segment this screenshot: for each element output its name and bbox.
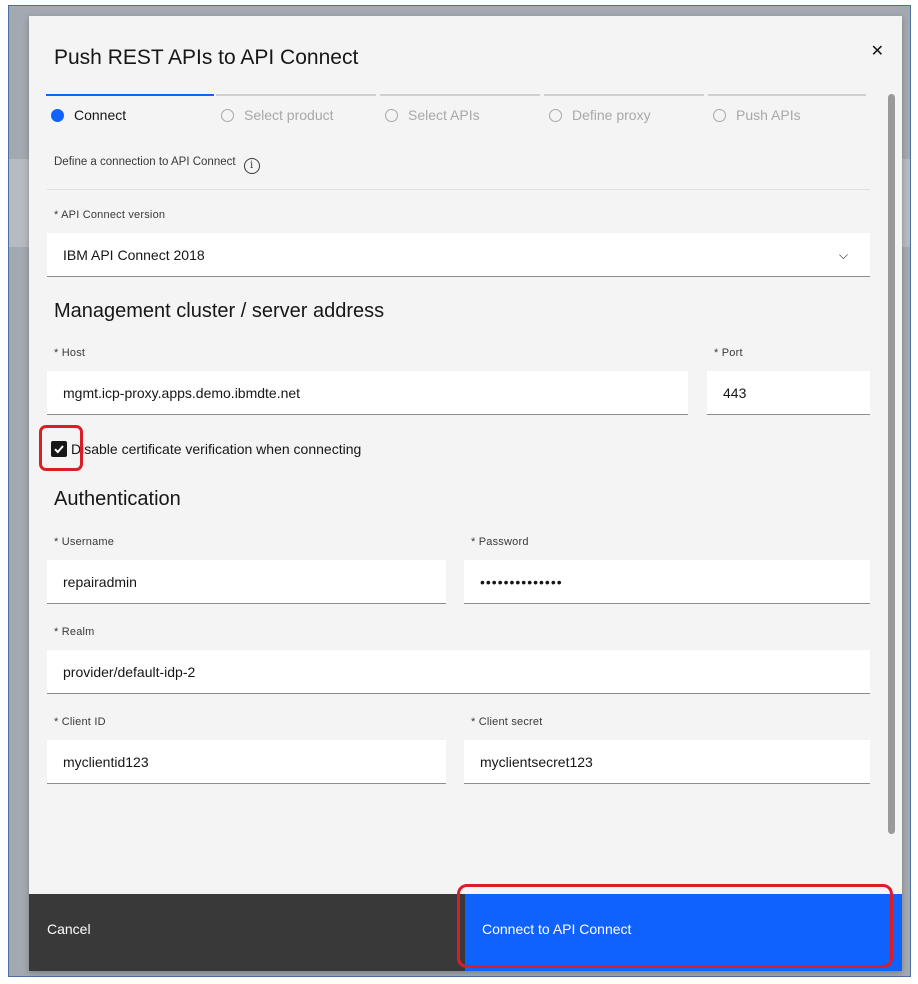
step-incomplete-icon — [549, 109, 562, 122]
step-push-apis[interactable]: Push APIs — [708, 94, 866, 134]
step-select-product[interactable]: Select product — [216, 94, 380, 134]
client-secret-input[interactable]: myclientsecret123 — [464, 740, 870, 784]
modal-title: Push REST APIs to API Connect — [54, 46, 359, 69]
step-progress-bar — [380, 94, 540, 96]
step-label: Select product — [244, 107, 334, 123]
close-icon[interactable]: ✕ — [871, 44, 884, 60]
push-apis-modal: Push REST APIs to API Connect ✕ Connect … — [29, 16, 902, 971]
username-input[interactable]: repairadmin — [47, 560, 446, 604]
step-connect[interactable]: Connect — [46, 94, 216, 134]
checkbox-highlight-annotation — [39, 425, 83, 471]
password-label: * Password — [471, 536, 529, 548]
step-progress-bar — [544, 94, 704, 96]
step-incomplete-icon — [385, 109, 398, 122]
description-text: Define a connection to API Connect — [54, 156, 236, 168]
disable-cert-label[interactable]: Disable certificate verification when co… — [71, 441, 361, 457]
host-label: * Host — [54, 347, 86, 359]
step-progress-bar — [708, 94, 866, 96]
connection-description: Define a connection to API Connect i — [54, 156, 260, 174]
version-select[interactable]: IBM API Connect 2018 ⌵ — [47, 233, 870, 277]
port-label: * Port — [714, 347, 743, 359]
step-label: Select APIs — [408, 107, 480, 123]
step-label: Define proxy — [572, 107, 651, 123]
step-incomplete-icon — [221, 109, 234, 122]
password-input[interactable]: •••••••••••••• — [464, 560, 870, 604]
authentication-heading: Authentication — [54, 488, 181, 510]
management-heading: Management cluster / server address — [54, 300, 385, 322]
client-secret-label: * Client secret — [471, 716, 543, 728]
client-id-label: * Client ID — [54, 716, 106, 728]
step-progress-bar — [216, 94, 376, 96]
realm-input[interactable]: provider/default-idp-2 — [47, 650, 870, 694]
realm-label: * Realm — [54, 626, 95, 638]
step-label: Push APIs — [736, 107, 801, 123]
step-label: Connect — [74, 107, 127, 123]
port-input[interactable]: 443 — [707, 371, 870, 415]
step-select-apis[interactable]: Select APIs — [380, 94, 544, 134]
progress-indicator: Connect Select product Select APIs Defin… — [46, 94, 866, 134]
chevron-down-icon: ⌵ — [838, 248, 848, 262]
info-icon[interactable]: i — [243, 158, 260, 174]
scrollbar-thumb[interactable] — [888, 94, 895, 834]
step-incomplete-icon — [713, 109, 726, 122]
step-define-proxy[interactable]: Define proxy — [544, 94, 708, 134]
version-label: * API Connect version — [54, 209, 166, 221]
username-label: * Username — [54, 536, 115, 548]
version-selected-value: IBM API Connect 2018 — [63, 247, 205, 263]
host-input[interactable]: mgmt.icp-proxy.apps.demo.ibmdte.net — [47, 371, 688, 415]
cancel-button[interactable]: Cancel — [29, 894, 465, 971]
scrollbar[interactable] — [885, 94, 899, 884]
step-progress-bar — [46, 94, 214, 96]
connect-highlight-annotation — [457, 884, 893, 968]
screenshot-frame: Push REST APIs to API Connect ✕ Connect … — [8, 5, 911, 977]
client-id-input[interactable]: myclientid123 — [47, 740, 446, 784]
step-current-icon — [51, 109, 64, 122]
divider — [47, 189, 870, 190]
